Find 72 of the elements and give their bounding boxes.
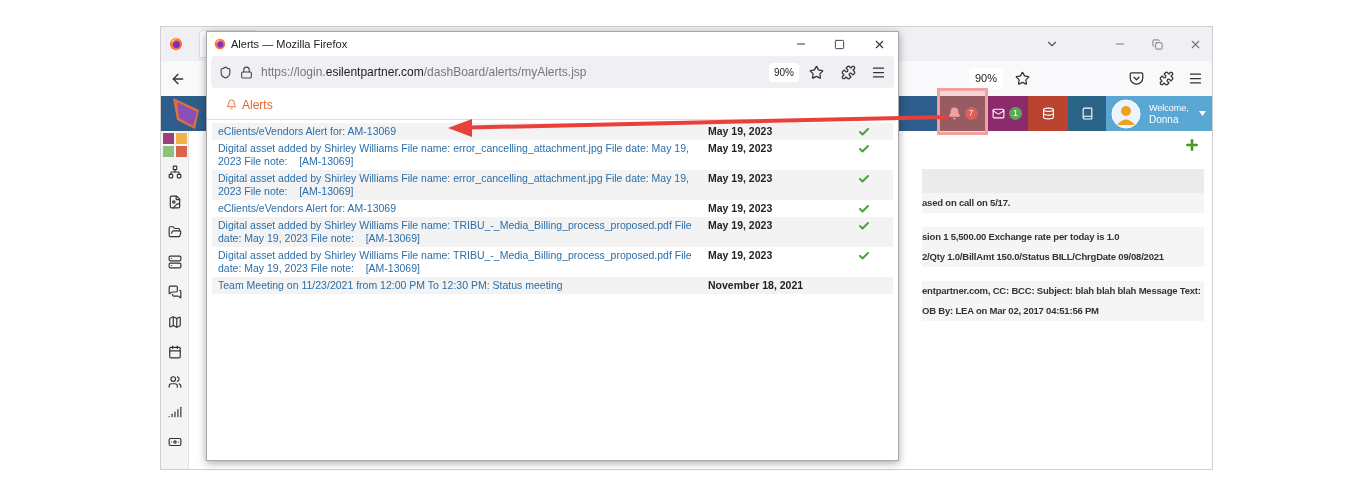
zoom-level[interactable]: 90% [968, 68, 1003, 89]
chat-icon[interactable] [167, 285, 182, 299]
bell-icon [226, 99, 237, 110]
add-icon[interactable] [1184, 137, 1200, 153]
check-icon [858, 219, 870, 232]
check-icon [858, 249, 870, 262]
pocket-icon[interactable] [1129, 71, 1144, 86]
bookmark-star-icon[interactable] [1015, 71, 1030, 86]
alert-date: May 19, 2023 [708, 202, 774, 215]
check-icon [858, 125, 870, 138]
user-menu[interactable]: Welcome, Donna [1106, 96, 1212, 131]
extensions-icon[interactable] [1159, 71, 1174, 86]
book-button[interactable] [1068, 96, 1106, 131]
activity-text: sion 1 5,500.00 Exchange rate per today is 1.0 [922, 229, 1120, 244]
check-icon [858, 172, 870, 185]
welcome-label: Welcome, [1149, 102, 1189, 114]
alert-date: May 19, 2023 [708, 172, 774, 185]
alert-link[interactable]: Digital asset added by Shirley Williams File name: TRIBU_-_Media_Billing_process_proposed.pdf File date: May 19, 2023 File note: [AM-13069] [218, 249, 702, 275]
map-icon[interactable] [167, 315, 182, 329]
money-icon[interactable] [167, 435, 182, 449]
restore-icon[interactable] [1152, 38, 1163, 50]
firefox-icon [169, 37, 183, 51]
alerts-heading: Alerts [242, 96, 273, 114]
menu-icon[interactable] [871, 64, 886, 80]
highlight-box [937, 88, 988, 135]
lock-icon [240, 65, 253, 79]
signal-icon[interactable] [167, 405, 182, 419]
maximize-icon[interactable] [834, 38, 845, 50]
user-name: Donna [1149, 113, 1180, 125]
check-icon [858, 202, 870, 215]
check-icon [858, 142, 870, 155]
database-button[interactable] [1028, 96, 1068, 131]
alert-link[interactable]: Digital asset added by Shirley Williams File name: error_cancelling_attachment.jpg File date: May 19, 2023 File note: [AM-13069] [218, 172, 702, 198]
activity-text: 2/Qty 1.0/BillAmt 150.0/Status BILL/ChrgDate 09/08/2021 [922, 249, 1164, 264]
calendar-icon[interactable] [167, 345, 182, 359]
alert-link[interactable]: eClients/eVendors Alert for: AM-13069 [218, 125, 702, 138]
folder-icon[interactable] [167, 225, 182, 239]
alert-link[interactable]: Digital asset added by Shirley Williams File name: error_cancelling_attachment.jpg File date: May 19, 2023 File note: [AM-13069] [218, 142, 702, 168]
messages-button[interactable]: 1 [986, 96, 1028, 131]
database-icon [1041, 107, 1055, 120]
alert-link[interactable]: Digital asset added by Shirley Williams File name: TRIBU_-_Media_Billing_process_proposed.pdf File date: May 19, 2023 File note: [AM-13069] [218, 219, 702, 245]
envelope-icon [992, 107, 1005, 120]
shield-icon[interactable] [219, 65, 232, 79]
alerts-count: 7 [964, 107, 978, 120]
messages-count: 1 [1009, 107, 1022, 120]
alert-date: May 19, 2023 [708, 249, 774, 262]
image-file-icon[interactable] [167, 195, 182, 209]
activity-text: OB By: LEA on Mar 02, 2017 04:51:56 PM [922, 303, 1099, 318]
alert-link[interactable]: eClients/eVendors Alert for: AM-13069 [218, 202, 702, 215]
users-icon[interactable] [167, 375, 182, 389]
alerts-button[interactable]: 7 [939, 96, 986, 131]
window-title: Alerts — Mozilla Firefox [231, 36, 348, 52]
extensions-icon[interactable] [841, 64, 856, 80]
alert-link[interactable]: Team Meeting on 11/23/2021 from 12:00 PM To 12:30 PM: Status meeting [218, 279, 702, 292]
sitemap-icon[interactable] [167, 165, 182, 179]
bookmark-star-icon[interactable] [809, 64, 824, 80]
alert-date: May 19, 2023 [708, 142, 774, 155]
caret-icon [1199, 111, 1206, 116]
app-grid-icon[interactable] [162, 133, 187, 157]
activity-text: ased on call on 5/17. [922, 195, 1011, 210]
server-icon[interactable] [167, 255, 182, 269]
url-text[interactable]: https://login.esilentpartner.com/dashBoard/alerts/myAlerts.jsp [261, 63, 587, 81]
menu-icon[interactable] [1188, 71, 1203, 86]
firefox-icon [214, 38, 226, 50]
bell-icon [947, 107, 961, 120]
zoom-level[interactable]: 90% [769, 62, 799, 82]
avatar-icon [1111, 98, 1141, 129]
alert-date: May 19, 2023 [708, 219, 774, 232]
alert-date: November 18, 2021 [708, 279, 805, 292]
alert-date: May 19, 2023 [708, 125, 774, 138]
book-icon [1080, 107, 1094, 120]
activity-text: entpartner.com, CC: BCC: Subject: blah blah blah Message Text: [922, 283, 1201, 298]
